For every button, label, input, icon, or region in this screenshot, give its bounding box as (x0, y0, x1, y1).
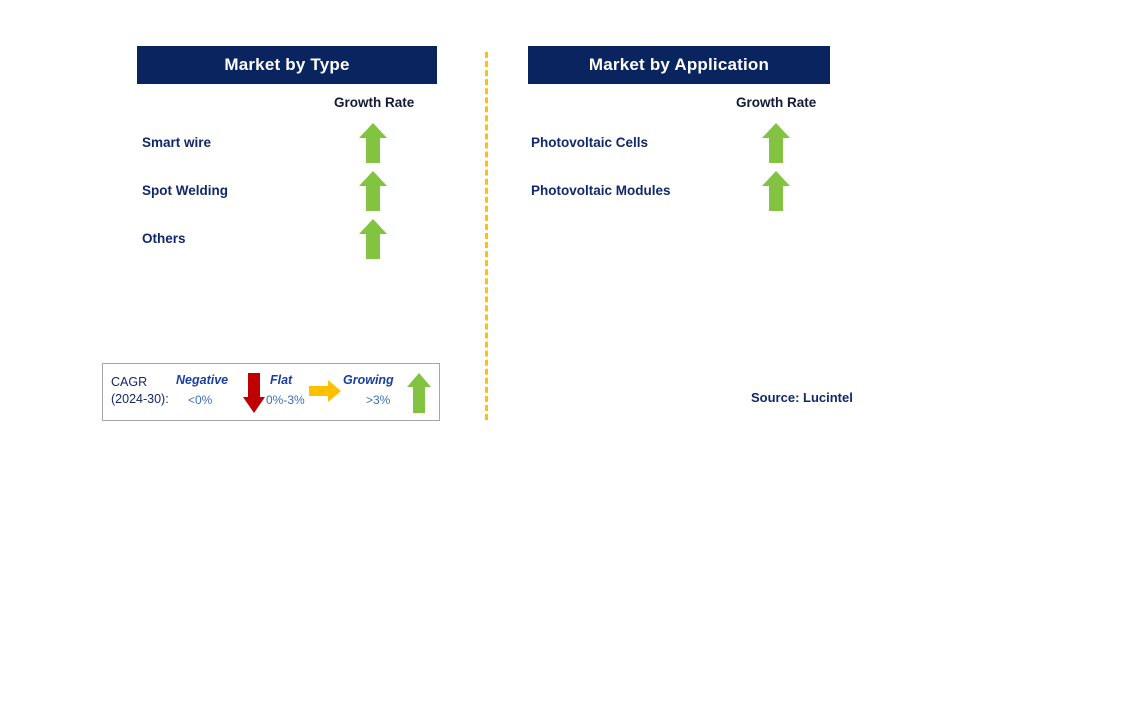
market-by-application-panel: Market by Application Growth Rate Photov… (486, 0, 1126, 713)
legend-range-growing: >3% (366, 393, 391, 407)
legend-title-flat: Flat (270, 373, 293, 387)
legend-title-growing: Growing (343, 373, 394, 387)
green-up-arrow-icon (358, 170, 388, 212)
source-attribution: Source: Lucintel (751, 390, 853, 405)
red-down-arrow-icon (242, 372, 266, 414)
green-up-arrow-icon (358, 122, 388, 164)
legend-cagr-line2: (2024-30): (111, 392, 169, 406)
green-up-arrow-icon (761, 170, 791, 212)
segment-label-photovoltaic-modules: Photovoltaic Modules (531, 183, 671, 198)
segment-label-others: Others (142, 231, 186, 246)
green-up-arrow-icon (358, 218, 388, 260)
segment-label-smart-wire: Smart wire (142, 135, 212, 150)
legend-range-flat: 0%-3% (266, 393, 305, 407)
segment-label-spot-welding: Spot Welding (142, 183, 228, 198)
green-up-arrow-icon (761, 122, 791, 164)
amber-right-arrow-icon (308, 378, 342, 404)
legend-cagr-line1: CAGR (111, 375, 148, 389)
growth-rate-column-header-application: Growth Rate (736, 95, 817, 110)
legend-title-negative: Negative (176, 373, 229, 387)
market-by-type-panel: Market by Type Growth Rate Smart wire Sp… (0, 0, 486, 713)
growth-rate-column-header-type: Growth Rate (334, 95, 415, 110)
segment-label-photovoltaic-cells: Photovoltaic Cells (531, 135, 649, 150)
market-by-application-header: Market by Application (528, 46, 830, 84)
cagr-legend: CAGR (2024-30): Negative <0% Flat 0%-3% … (102, 363, 440, 421)
market-by-type-header: Market by Type (137, 46, 437, 84)
legend-range-negative: <0% (188, 393, 213, 407)
green-up-arrow-icon (406, 372, 432, 414)
legend-cagr-label: CAGR (2024-30): (111, 374, 169, 408)
